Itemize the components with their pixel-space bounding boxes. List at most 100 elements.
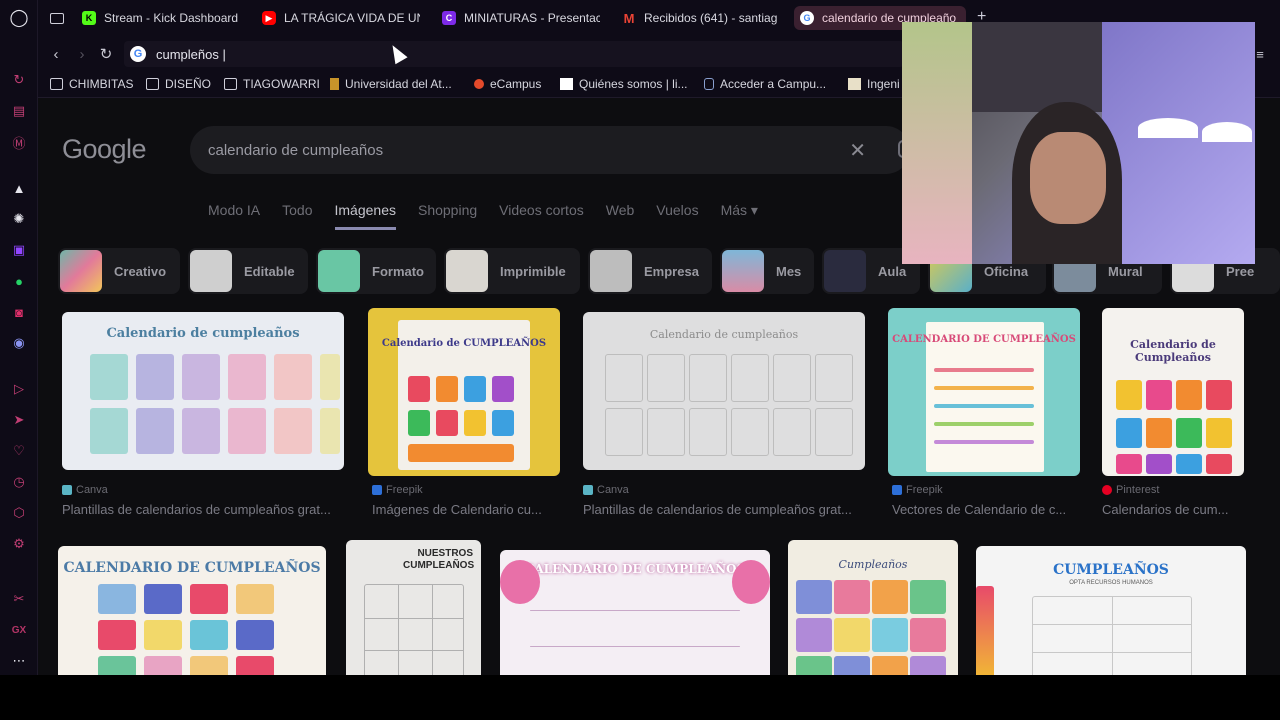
result-image[interactable]: Calendario de cumpleaños (583, 312, 865, 470)
bookmark-diseno[interactable]: DISEÑO (146, 77, 211, 91)
filter-imagenes[interactable]: Imágenes (334, 202, 396, 230)
image-heading: CALENDARIO DE CUMPLEAÑOS (892, 334, 1076, 345)
result-image[interactable]: Calendario de cumpleaños (62, 312, 344, 470)
more-icon[interactable]: ⋯ (9, 651, 29, 671)
filter-modo-ia[interactable]: Modo IA (208, 202, 260, 230)
cal-cell (1116, 380, 1142, 410)
image-heading: CALENDARIO DE CUMPLEAÑOS (63, 560, 321, 576)
extensions-icon[interactable]: ⬡ (9, 503, 29, 523)
speed-dial-icon[interactable]: ↻ (9, 70, 29, 90)
instagram-icon[interactable]: ◙ (9, 302, 29, 322)
reload-icon[interactable]: ↻ (96, 44, 116, 64)
gmail-icon: M (623, 10, 635, 26)
bookmark-quienes-somos[interactable]: Quiénes somos | li... (560, 77, 688, 91)
sidebar-setup-icon[interactable]: ✂ (9, 589, 29, 609)
result-image[interactable]: Calendario de Cumpleaños (1102, 308, 1244, 476)
result-source[interactable]: Canva (583, 484, 629, 496)
image-result-6[interactable]: CALENDARIO DE CUMPLEAÑOS (58, 546, 326, 675)
bookmark-chimbitas[interactable]: CHIMBITAS (50, 77, 133, 91)
freepik-icon (892, 485, 902, 495)
result-title[interactable]: Plantillas de calendarios de cumpleaños … (62, 502, 346, 517)
search-query[interactable]: calendario de cumpleaños (208, 142, 383, 159)
cal-cell (689, 408, 727, 456)
bookmark-tiagowarri[interactable]: TIAGOWARRI (224, 77, 320, 91)
result-source[interactable]: Freepik (372, 484, 423, 496)
bookmark-ingeni[interactable]: Ingeni (848, 77, 900, 91)
send-icon[interactable]: ➤ (9, 410, 29, 430)
cal-grid (364, 584, 464, 675)
heart-icon[interactable]: ♡ (9, 441, 29, 461)
bookmark-universidad[interactable]: Universidad del At... (330, 77, 452, 91)
image-result-9[interactable]: Cumpleaños (788, 540, 958, 675)
m-icon[interactable]: Ⓜ (9, 132, 29, 152)
filter-videos-cortos[interactable]: Videos cortos (499, 202, 584, 230)
image-heading: CALENDARIO DE CUMPLEAÑOS (524, 562, 746, 576)
filter-todo[interactable]: Todo (282, 202, 312, 230)
aria-icon[interactable]: ▲ (9, 178, 29, 198)
cal-cell (1116, 418, 1142, 448)
history-icon[interactable]: ◷ (9, 472, 29, 492)
player-icon[interactable]: ▷ (9, 379, 29, 399)
search-input[interactable]: calendario de cumpleaños ✕ (190, 126, 910, 174)
filter-vuelos[interactable]: Vuelos (656, 202, 698, 230)
chip-imprimible[interactable]: Imprimible (444, 248, 580, 294)
tab-menu-icon[interactable] (44, 6, 74, 30)
cal-cell (274, 408, 312, 454)
result-title[interactable]: Plantillas de calendarios de cumpleaños … (583, 502, 865, 517)
result-image[interactable]: CALENDARIO DE CUMPLEAÑOS (888, 308, 1080, 476)
cal-cell (834, 580, 870, 614)
twitch-icon[interactable]: ▣ (9, 240, 29, 260)
cal-cell (834, 618, 870, 652)
filter-shopping[interactable]: Shopping (418, 202, 477, 230)
chip-creativo[interactable]: Creativo (58, 248, 180, 294)
address-field[interactable]: G cumpleños | (124, 41, 904, 67)
result-source[interactable]: Freepik (892, 484, 943, 496)
tab-gmail[interactable]: M Recibidos (641) - santiag (616, 6, 786, 30)
chip-mes[interactable]: Mes (720, 248, 814, 294)
image-result-10[interactable]: CUMPLEAÑOS OPTA RECURSOS HUMANOS (976, 546, 1246, 675)
tab-label: LA TRÁGICA VIDA DE UN (284, 11, 420, 25)
back-icon[interactable]: ‹ (46, 44, 66, 64)
bookmark-acceder-campus[interactable]: Acceder a Campu... (704, 77, 826, 91)
google-logo[interactable]: Google (62, 134, 147, 165)
clear-icon[interactable]: ✕ (849, 138, 866, 163)
filter-mas[interactable]: Más ▾ (721, 202, 758, 230)
opera-gx-logo-icon[interactable]: ◯ (9, 8, 29, 28)
result-title[interactable]: Imágenes de Calendario cu... (372, 502, 560, 517)
tab-canva[interactable]: C MINIATURAS - Presentac (436, 6, 600, 30)
discord-icon[interactable]: ◉ (9, 333, 29, 353)
image-heading: Calendario de CUMPLEAÑOS (381, 338, 547, 349)
chip-thumbnail (824, 250, 866, 292)
image-result-8[interactable]: CALENDARIO DE CUMPLEAÑOS (500, 550, 770, 675)
result-title[interactable]: Vectores de Calendario de c... (892, 502, 1080, 517)
chatgpt-icon[interactable]: ✺ (9, 209, 29, 229)
result-source[interactable]: Pinterest (1102, 484, 1159, 496)
chip-label: Mural (1108, 263, 1143, 279)
result-source[interactable]: Canva (62, 484, 108, 496)
chip-label: Aula (878, 263, 907, 279)
decor-ribbon (976, 586, 994, 675)
cal-line (934, 386, 1034, 390)
forward-icon[interactable]: › (72, 44, 92, 64)
address-text[interactable]: cumpleños | (156, 47, 226, 62)
tab-kick[interactable]: K Stream - Kick Dashboard (76, 6, 242, 30)
whatsapp-icon[interactable]: ● (9, 271, 29, 291)
image-result-7[interactable]: NUESTROS CUMPLEAÑOS (346, 540, 481, 675)
gx-icon[interactable]: GX (9, 620, 29, 640)
cal-cell (731, 408, 769, 456)
chip-editable[interactable]: Editable (188, 248, 308, 294)
news-icon[interactable]: ▤ (9, 101, 29, 121)
page-icon (848, 78, 861, 90)
settings-icon[interactable]: ⚙ (9, 534, 29, 554)
result-title[interactable]: Calendarios de cum... (1102, 502, 1242, 517)
result-image[interactable]: Calendario de CUMPLEAÑOS (368, 308, 560, 476)
webcam-overlay (902, 22, 1255, 264)
cal-cell (464, 410, 486, 436)
cal-cell (190, 656, 228, 675)
bookmark-ecampus[interactable]: eCampus (474, 77, 541, 91)
chip-empresa[interactable]: Empresa (588, 248, 712, 294)
filter-web[interactable]: Web (606, 202, 635, 230)
chip-formato[interactable]: Formato (316, 248, 436, 294)
tab-youtube[interactable]: ▶ LA TRÁGICA VIDA DE UN (256, 6, 420, 30)
cal-cell (872, 580, 908, 614)
